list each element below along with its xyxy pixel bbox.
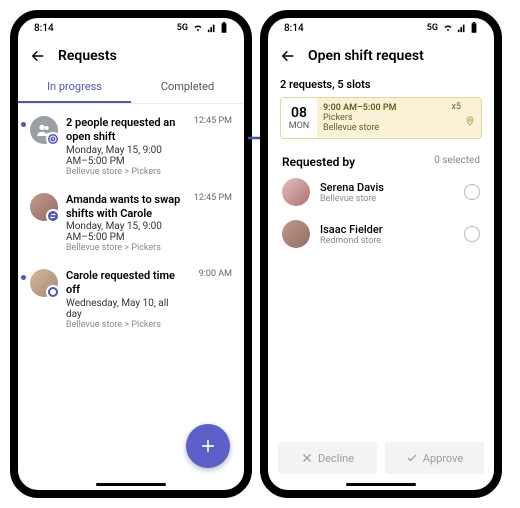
action-bar: Decline Approve [278, 442, 484, 474]
requester-name: Isaac Fielder [320, 223, 454, 236]
home-indicator [346, 483, 416, 486]
decline-label: Decline [318, 452, 354, 465]
status-5g: 5G [427, 23, 438, 33]
status-time: 8:14 [284, 23, 304, 34]
request-time: 9:00 AM [199, 269, 232, 330]
requester-name: Serena Davis [320, 181, 454, 194]
requester-row[interactable]: Serena Davis Bellevue store [268, 171, 494, 213]
request-title: Carole requested time off [66, 269, 187, 298]
phone-open-shift-request: 8:14 5G Open shift request 2 requests, 5… [260, 10, 502, 498]
request-item[interactable]: Carole requested time off Wednesday, May… [18, 261, 244, 338]
approve-label: Approve [423, 452, 463, 465]
select-radio[interactable] [464, 184, 480, 200]
status-time: 8:14 [34, 23, 54, 34]
request-title: 2 people requested an open shift [66, 116, 182, 145]
timeoff-badge-icon [46, 285, 60, 299]
clock-badge-icon [46, 132, 60, 146]
page-title: Open shift request [308, 48, 424, 64]
signal-icon [456, 23, 468, 33]
requested-by-label: Requested by [282, 155, 355, 169]
add-button[interactable] [186, 424, 230, 468]
shift-team: Pickers [323, 113, 475, 123]
status-bar: 8:14 5G [18, 18, 244, 38]
status-5g: 5G [177, 23, 188, 33]
request-path: Bellevue store > Pickers [66, 167, 182, 177]
close-icon [301, 452, 313, 464]
phone-requests-list: 8:14 5G Requests In progress Completed 2… [10, 10, 252, 498]
battery-icon [220, 22, 228, 34]
request-item[interactable]: 2 people requested an open shift Monday,… [18, 108, 244, 185]
decline-button[interactable]: Decline [278, 442, 377, 474]
select-radio[interactable] [464, 226, 480, 242]
home-indicator [96, 483, 166, 486]
plus-icon [198, 436, 218, 456]
request-item[interactable]: Amanda wants to swap shifts with Carole … [18, 185, 244, 262]
people-avatar-icon [30, 116, 58, 144]
shift-day-num: 08 [291, 105, 307, 121]
shift-count: x5 [451, 102, 461, 112]
page-title: Requests [58, 48, 117, 64]
request-subtitle: Wednesday, May 10, all day [66, 298, 187, 320]
requester-location: Bellevue store [320, 194, 454, 204]
signal-icon [206, 23, 218, 33]
request-subtitle: Monday, May 15, 9:00 AM–5:00 PM [66, 221, 182, 243]
shift-store: Bellevue store [323, 123, 475, 133]
requester-row[interactable]: Isaac Fielder Redmond store [268, 213, 494, 255]
requested-by-header: Requested by 0 selected [268, 149, 494, 171]
avatar [30, 193, 58, 221]
app-bar: Open shift request [268, 38, 494, 72]
requester-location: Redmond store [320, 236, 454, 246]
shift-date: 08 MON [281, 98, 317, 138]
avatar [282, 220, 310, 248]
request-path: Bellevue store > Pickers [66, 320, 187, 330]
tab-completed[interactable]: Completed [131, 72, 244, 103]
request-subtitle: Monday, May 15, 9:00 AM–5:00 PM [66, 145, 182, 167]
tab-in-progress[interactable]: In progress [18, 72, 131, 103]
shift-card[interactable]: 08 MON 9:00 AM–5:00 PM Pickers Bellevue … [280, 97, 482, 139]
avatar [30, 269, 58, 297]
check-icon [406, 452, 418, 464]
location-pin-icon [465, 116, 475, 129]
request-time: 12:45 PM [194, 116, 232, 177]
shift-body: 9:00 AM–5:00 PM Pickers Bellevue store x… [317, 98, 481, 138]
tabs: In progress Completed [18, 72, 244, 104]
shift-day-name: MON [289, 121, 309, 131]
wifi-icon [192, 23, 204, 33]
back-icon[interactable] [30, 48, 46, 64]
wifi-icon [442, 23, 454, 33]
request-path: Bellevue store > Pickers [66, 243, 182, 253]
approve-button[interactable]: Approve [385, 442, 484, 474]
selected-count: 0 selected [434, 155, 480, 169]
request-time: 12:45 PM [194, 193, 232, 254]
avatar [282, 178, 310, 206]
swap-badge-icon [46, 209, 60, 223]
request-title: Amanda wants to swap shifts with Carole [66, 193, 182, 222]
app-bar: Requests [18, 38, 244, 72]
back-icon[interactable] [280, 48, 296, 64]
summary-line: 2 requests, 5 slots [268, 72, 494, 95]
battery-icon [470, 22, 478, 34]
status-bar: 8:14 5G [268, 18, 494, 38]
